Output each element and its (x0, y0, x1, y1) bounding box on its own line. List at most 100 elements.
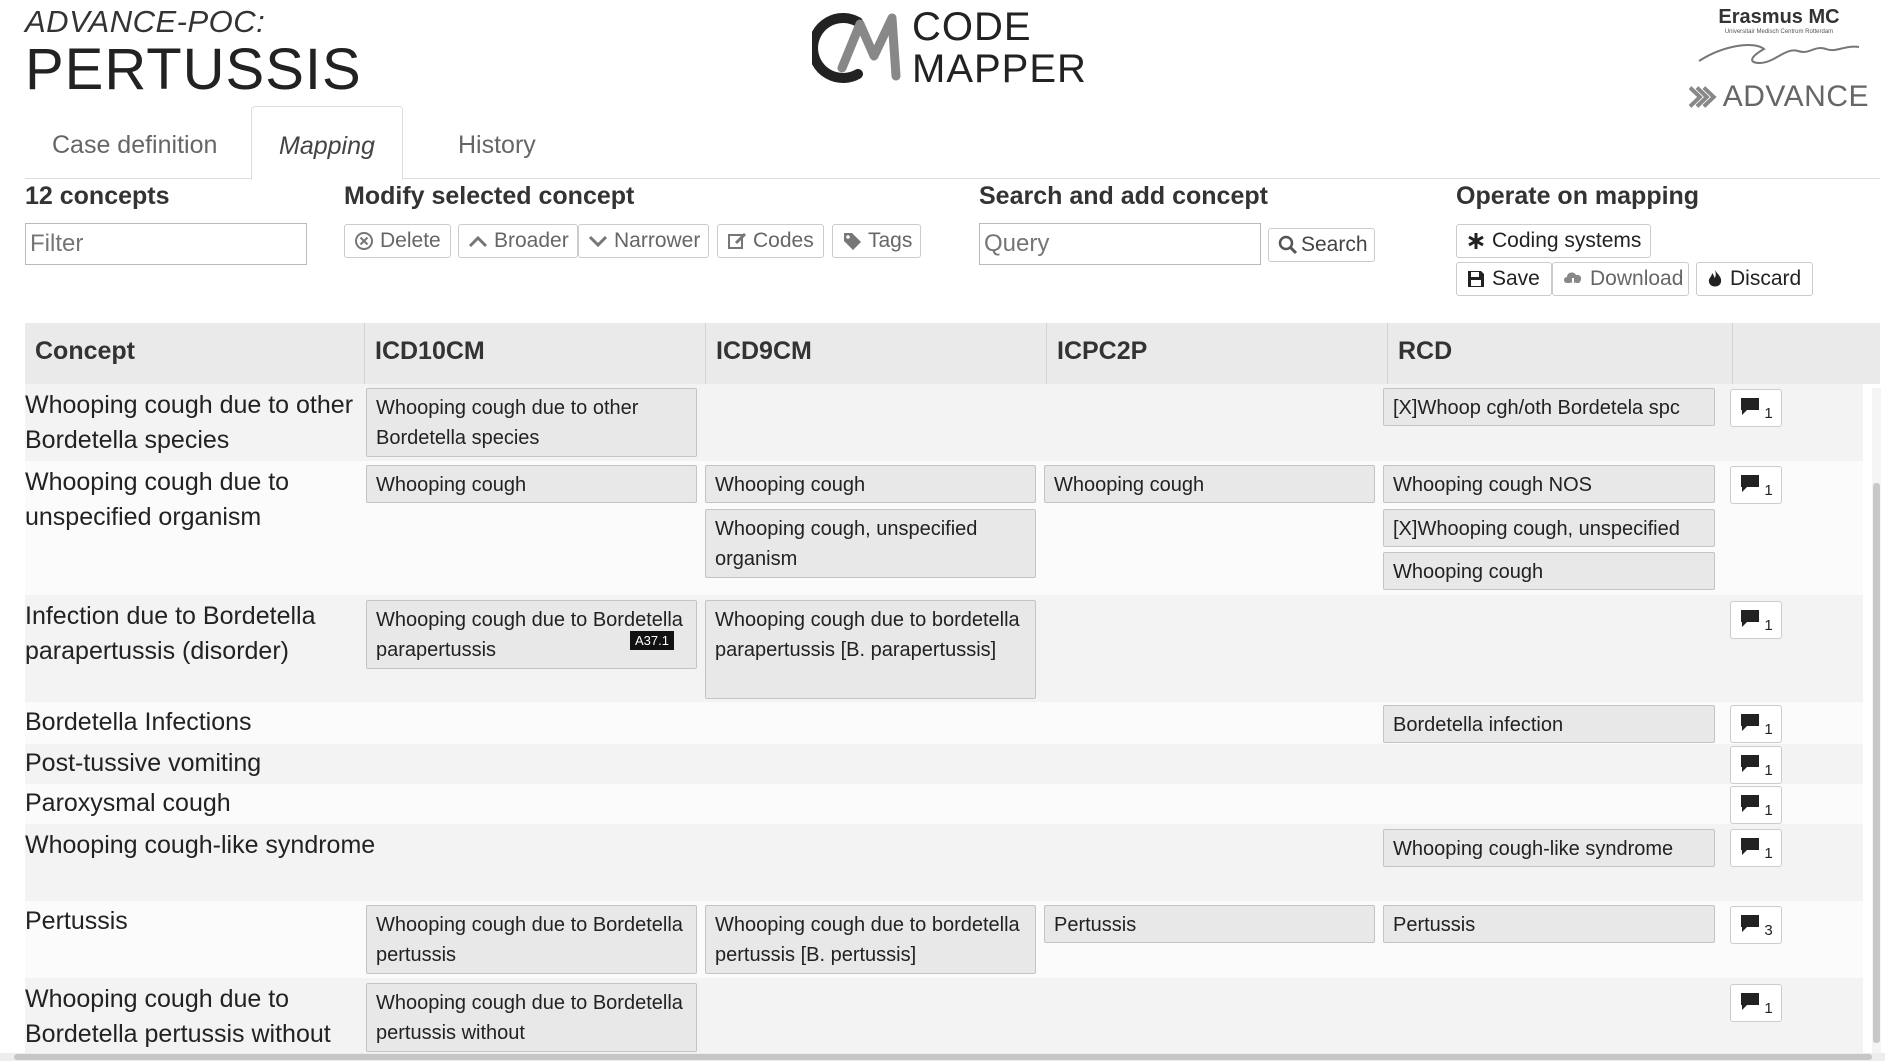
main-tabs: Case definition Mapping History (25, 106, 1880, 180)
table-row[interactable]: Whooping cough-like syndrome Whooping co… (25, 824, 1863, 901)
concept-name[interactable]: Whooping cough-like syndrome (25, 828, 385, 863)
table-row[interactable]: Whooping cough due to Bordetella pertuss… (25, 978, 1863, 1056)
download-label: Download (1590, 267, 1684, 290)
table-row[interactable]: Pertussis Whooping cough due to Bordetel… (25, 901, 1863, 978)
code-chip[interactable]: Bordetella infection (1383, 705, 1715, 743)
delete-button[interactable]: Delete (344, 224, 451, 258)
code-chip[interactable]: Whooping cough NOS (1383, 465, 1715, 503)
download-button[interactable]: Download (1552, 262, 1689, 296)
codes-button[interactable]: Codes (717, 224, 824, 258)
code-chip[interactable]: Whooping cough (1383, 552, 1715, 590)
comment-icon (1739, 991, 1761, 1016)
broader-button[interactable]: Broader (458, 224, 578, 258)
narrower-button[interactable]: Narrower (578, 224, 709, 258)
concept-name[interactable]: Infection due to Bordetella parapertussi… (25, 599, 385, 669)
comments-button[interactable]: 1 (1730, 786, 1782, 824)
comment-icon (1739, 753, 1761, 778)
search-label: Search (1301, 233, 1368, 256)
code-chip[interactable]: Pertussis (1044, 905, 1375, 943)
operate-title: Operate on mapping (1456, 182, 1700, 210)
comment-icon (1739, 712, 1761, 737)
code-chip[interactable]: Whooping cough due to other Bordetella s… (366, 388, 697, 457)
header-rcd[interactable]: RCD (1388, 323, 1733, 384)
comments-button[interactable]: 1 (1730, 984, 1782, 1022)
filter-input[interactable] (25, 223, 307, 265)
horizontal-scrollbar[interactable] (0, 1053, 1885, 1061)
code-chip[interactable]: Pertussis (1383, 905, 1715, 943)
code-chip[interactable]: [X]Whooping cough, unspecified (1383, 509, 1715, 547)
comment-count: 3 (1764, 921, 1773, 939)
asterisk-icon (1466, 231, 1486, 251)
code-chip[interactable]: Whooping cough-like syndrome (1383, 829, 1715, 867)
search-icon (1278, 235, 1298, 255)
comment-icon (1739, 836, 1761, 861)
concept-name[interactable]: Post-tussive vomiting (25, 746, 385, 781)
logo-line1: CODE (912, 5, 1032, 49)
concept-name[interactable]: Whooping cough due to Bordetella pertuss… (25, 982, 385, 1052)
delete-label: Delete (380, 229, 441, 252)
comments-button[interactable]: 1 (1730, 389, 1782, 427)
discard-button[interactable]: Discard (1696, 262, 1813, 296)
comments-button[interactable]: 1 (1730, 746, 1782, 784)
table-row[interactable]: Post-tussive vomiting 1 (25, 744, 1863, 784)
header-icpc2p[interactable]: ICPC2P (1047, 323, 1388, 384)
concept-name[interactable]: Bordetella Infections (25, 705, 385, 740)
table-row[interactable]: Bordetella Infections Bordetella infecti… (25, 702, 1863, 744)
comment-count: 1 (1764, 761, 1773, 779)
vertical-scrollbar[interactable] (1872, 388, 1881, 1056)
query-input[interactable] (979, 223, 1261, 265)
concept-name[interactable]: Whooping cough due to unspecified organi… (25, 465, 385, 535)
mapping-table: Concept ICD10CM ICD9CM ICPC2P RCD Whoopi… (25, 323, 1880, 1056)
comment-count: 1 (1764, 616, 1773, 634)
code-chip[interactable]: Whooping cough (366, 465, 697, 503)
header-icd9cm[interactable]: ICD9CM (706, 323, 1047, 384)
table-row[interactable]: Infection due to Bordetella parapertussi… (25, 595, 1863, 702)
broader-label: Broader (494, 229, 569, 252)
coding-systems-label: Coding systems (1492, 229, 1642, 252)
comment-count: 1 (1764, 801, 1773, 819)
partner-logos: Erasmus MC Universitair Medisch Centrum … (1689, 6, 1869, 118)
codemapper-logo: CODE MAPPER (812, 6, 1087, 90)
code-chip[interactable]: [X]Whoop cgh/oth Bordetela spc (1383, 388, 1715, 426)
tab-mapping[interactable]: Mapping (251, 106, 403, 180)
comments-button[interactable]: 1 (1730, 705, 1782, 743)
coding-systems-button[interactable]: Coding systems (1456, 224, 1651, 258)
code-chip[interactable]: Whooping cough due to bordetella pertuss… (705, 905, 1036, 974)
code-chip[interactable]: Whooping cough due to Bordetella pertuss… (366, 983, 697, 1052)
comment-icon (1739, 793, 1761, 818)
logo-line2: MAPPER (912, 47, 1087, 91)
chevron-down-icon (588, 234, 608, 248)
concept-count: 12 concepts (25, 182, 170, 210)
table-row[interactable]: Whooping cough due to other Bordetella s… (25, 384, 1863, 461)
comment-icon (1739, 396, 1761, 421)
horizontal-scrollbar-thumb[interactable] (14, 1054, 1872, 1060)
header-concept[interactable]: Concept (25, 323, 365, 384)
concept-name[interactable]: Paroxysmal cough (25, 786, 385, 821)
delete-circle-icon (354, 231, 374, 251)
code-chip[interactable]: Whooping cough (1044, 465, 1375, 503)
search-button[interactable]: Search (1268, 228, 1375, 262)
tab-history[interactable]: History (431, 106, 563, 178)
comments-button[interactable]: 1 (1730, 466, 1782, 504)
table-row[interactable]: Paroxysmal cough 1 (25, 784, 1863, 824)
code-chip[interactable]: Whooping cough (705, 465, 1036, 503)
erasmus-signature-icon (1698, 44, 1860, 65)
comments-button[interactable]: 1 (1730, 829, 1782, 867)
concept-name[interactable]: Whooping cough due to other Bordetella s… (25, 388, 385, 458)
vertical-scrollbar-thumb[interactable] (1873, 483, 1880, 1043)
save-button[interactable]: Save (1456, 262, 1552, 296)
concept-name[interactable]: Pertussis (25, 904, 385, 939)
comments-button[interactable]: 3 (1730, 906, 1782, 944)
chevron-up-icon (468, 234, 488, 248)
project-title: PERTUSSIS (25, 37, 362, 102)
tags-button[interactable]: Tags (832, 224, 921, 258)
code-chip[interactable]: Whooping cough due to bordetella paraper… (705, 600, 1036, 699)
header-icd10cm[interactable]: ICD10CM (365, 323, 706, 384)
table-row[interactable]: Whooping cough due to unspecified organi… (25, 461, 1863, 595)
code-tooltip: A37.1 (630, 631, 674, 650)
code-chip[interactable]: Whooping cough due to Bordetella paraper… (366, 600, 697, 669)
code-chip[interactable]: Whooping cough due to Bordetella pertuss… (366, 905, 697, 974)
tab-case-definition[interactable]: Case definition (25, 106, 244, 178)
comments-button[interactable]: 1 (1730, 601, 1782, 639)
code-chip[interactable]: Whooping cough, unspecified organism (705, 509, 1036, 578)
